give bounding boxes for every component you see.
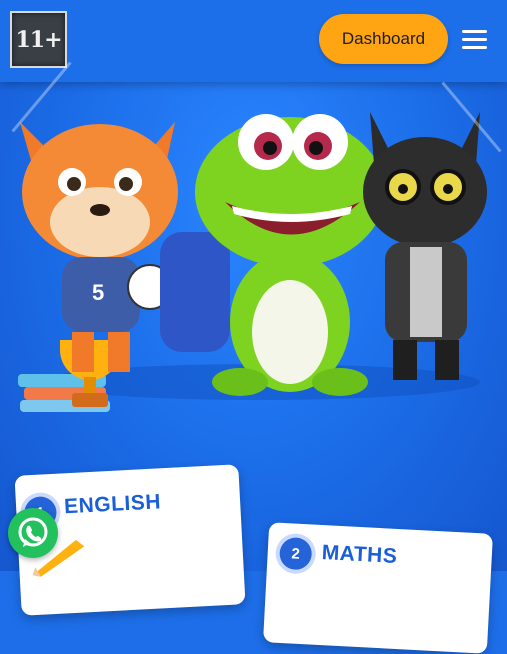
mascots-image: 5 [18, 112, 487, 412]
site-logo[interactable]: 11+ [10, 11, 67, 68]
step-number-badge: 2 [278, 536, 313, 571]
english-card-title: ENGLISH [63, 490, 162, 519]
dashboard-button[interactable]: Dashboard [319, 14, 448, 64]
fox-mascot: 5 [20, 122, 178, 372]
hero-mascots-illustration: 5 [0, 61, 507, 442]
cat-mascot [363, 112, 487, 380]
maths-card[interactable]: 2 MATHS [263, 522, 493, 654]
maths-card-title: MATHS [321, 541, 398, 568]
hamburger-menu-icon[interactable] [462, 30, 487, 50]
site-header: 11+ Dashboard [0, 0, 507, 82]
whatsapp-icon[interactable] [8, 508, 58, 558]
svg-text:5: 5 [92, 280, 104, 305]
